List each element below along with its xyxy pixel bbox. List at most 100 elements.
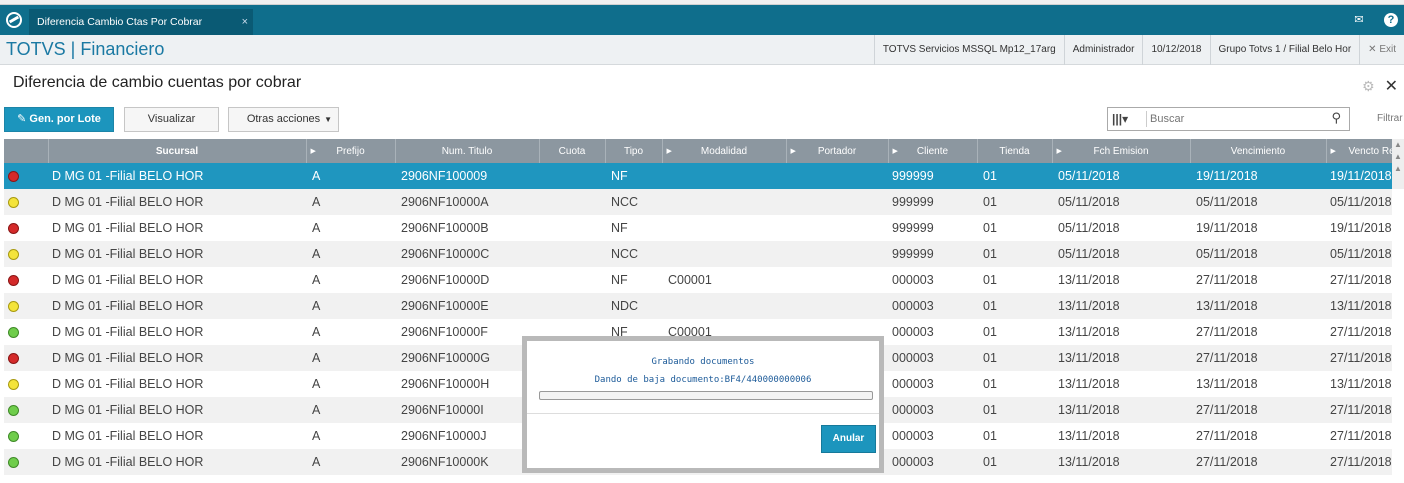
cell-emision[interactable]: 13/11/2018 bbox=[1052, 371, 1190, 397]
cell-portador[interactable] bbox=[786, 267, 888, 293]
cell-venctoreal[interactable]: 27/11/2018 bbox=[1326, 423, 1392, 449]
status-cell[interactable] bbox=[4, 345, 48, 371]
cell-tienda[interactable]: 01 bbox=[977, 189, 1052, 215]
col-header-tienda[interactable]: Tienda bbox=[977, 139, 1053, 163]
table-row[interactable]: D MG 01 -Filial BELO HOR A 2906NF10000D NF C… bbox=[4, 267, 1392, 293]
cell-sucursal[interactable]: D MG 01 -Filial BELO HOR bbox=[48, 423, 306, 449]
status-cell[interactable] bbox=[4, 189, 48, 215]
cell-prefijo[interactable]: A bbox=[306, 423, 395, 449]
cell-sucursal[interactable]: D MG 01 -Filial BELO HOR bbox=[48, 293, 306, 319]
cell-vencimiento[interactable]: 13/11/2018 bbox=[1190, 371, 1326, 397]
cell-sucursal[interactable]: D MG 01 -Filial BELO HOR bbox=[48, 345, 306, 371]
cell-prefijo[interactable]: A bbox=[306, 163, 395, 189]
filtrar-link[interactable]: Filtrar bbox=[1377, 113, 1403, 124]
cell-cliente[interactable]: 000003 bbox=[888, 371, 977, 397]
cell-numero[interactable]: 2906NF10000A bbox=[395, 189, 539, 215]
cell-cuota[interactable] bbox=[539, 163, 605, 189]
cell-tipo[interactable]: NDC bbox=[605, 293, 662, 319]
cell-tienda[interactable]: 01 bbox=[977, 267, 1052, 293]
cell-cuota[interactable] bbox=[539, 241, 605, 267]
cell-tipo[interactable]: NCC bbox=[605, 241, 662, 267]
cell-prefijo[interactable]: A bbox=[306, 267, 395, 293]
table-row[interactable]: D MG 01 -Filial BELO HOR A 2906NF10000B NF 9… bbox=[4, 215, 1392, 241]
status-cell[interactable] bbox=[4, 163, 48, 189]
cell-tienda[interactable]: 01 bbox=[977, 371, 1052, 397]
cell-venctoreal[interactable]: 27/11/2018 bbox=[1326, 267, 1392, 293]
cell-vencimiento[interactable]: 27/11/2018 bbox=[1190, 345, 1326, 371]
cell-prefijo[interactable]: A bbox=[306, 319, 395, 345]
col-header-prefijo[interactable]: ▶ Prefijo bbox=[306, 139, 396, 163]
scroll-top-icon[interactable]: ▲ bbox=[1392, 139, 1404, 151]
status-cell[interactable] bbox=[4, 397, 48, 423]
scroll-up-icon[interactable]: ▲ bbox=[1392, 151, 1404, 163]
cell-vencimiento[interactable]: 05/11/2018 bbox=[1190, 241, 1326, 267]
cell-venctoreal[interactable]: 19/11/2018 bbox=[1326, 163, 1392, 189]
cell-numero[interactable]: 2906NF10000F bbox=[395, 319, 539, 345]
cell-tienda[interactable]: 01 bbox=[977, 319, 1052, 345]
cell-cliente[interactable]: 000003 bbox=[888, 449, 977, 475]
col-header-vencto-real[interactable]: ▶ Vencto Real bbox=[1326, 139, 1392, 163]
cell-portador[interactable] bbox=[786, 293, 888, 319]
cell-tipo[interactable]: NF bbox=[605, 215, 662, 241]
tab-diferencia-cambio[interactable]: Diferencia Cambio Ctas Por Cobrar [02.9.… bbox=[29, 9, 253, 54]
cell-vencimiento[interactable]: 27/11/2018 bbox=[1190, 397, 1326, 423]
grid-scrollbar[interactable]: ▲ ▲ ▲ bbox=[1392, 139, 1404, 189]
status-cell[interactable] bbox=[4, 293, 48, 319]
cell-tienda[interactable]: 01 bbox=[977, 163, 1052, 189]
cell-numero[interactable]: 2906NF10000E bbox=[395, 293, 539, 319]
cell-cliente[interactable]: 999999 bbox=[888, 215, 977, 241]
cell-prefijo[interactable]: A bbox=[306, 215, 395, 241]
status-cell[interactable] bbox=[4, 241, 48, 267]
tab-close-icon[interactable]: × bbox=[242, 9, 248, 35]
cell-tienda[interactable]: 01 bbox=[977, 449, 1052, 475]
cell-vencimiento[interactable]: 27/11/2018 bbox=[1190, 319, 1326, 345]
cell-modalidad[interactable] bbox=[662, 215, 786, 241]
cell-vencimiento[interactable]: 27/11/2018 bbox=[1190, 449, 1326, 475]
cell-emision[interactable]: 13/11/2018 bbox=[1052, 319, 1190, 345]
cell-modalidad[interactable] bbox=[662, 163, 786, 189]
cell-cuota[interactable] bbox=[539, 189, 605, 215]
cell-cliente[interactable]: 999999 bbox=[888, 241, 977, 267]
status-cell[interactable] bbox=[4, 371, 48, 397]
cell-venctoreal[interactable]: 05/11/2018 bbox=[1326, 241, 1392, 267]
cell-sucursal[interactable]: D MG 01 -Filial BELO HOR bbox=[48, 449, 306, 475]
cell-sucursal[interactable]: D MG 01 -Filial BELO HOR bbox=[48, 397, 306, 423]
column-selector-icon[interactable]: |||▾ bbox=[1112, 112, 1128, 126]
cell-sucursal[interactable]: D MG 01 -Filial BELO HOR bbox=[48, 189, 306, 215]
cell-tipo[interactable]: NCC bbox=[605, 189, 662, 215]
table-row[interactable]: D MG 01 -Filial BELO HOR A 2906NF10000E NDC… bbox=[4, 293, 1392, 319]
col-header-sucursal[interactable]: Sucursal bbox=[48, 139, 307, 163]
cell-emision[interactable]: 13/11/2018 bbox=[1052, 397, 1190, 423]
exit-button[interactable]: ✕ Exit bbox=[1359, 35, 1404, 65]
cell-vencimiento[interactable]: 27/11/2018 bbox=[1190, 267, 1326, 293]
cell-venctoreal[interactable]: 27/11/2018 bbox=[1326, 319, 1392, 345]
cell-numero[interactable]: 2906NF10000H bbox=[395, 371, 539, 397]
cell-cliente[interactable]: 000003 bbox=[888, 319, 977, 345]
cell-portador[interactable] bbox=[786, 163, 888, 189]
cell-venctoreal[interactable]: 27/11/2018 bbox=[1326, 449, 1392, 475]
cell-numero[interactable]: 2906NF100009 bbox=[395, 163, 539, 189]
table-row[interactable]: D MG 01 -Filial BELO HOR A 2906NF10000A NCC… bbox=[4, 189, 1392, 215]
cell-venctoreal[interactable]: 27/11/2018 bbox=[1326, 397, 1392, 423]
cell-cliente[interactable]: 000003 bbox=[888, 397, 977, 423]
cell-tipo[interactable]: NF bbox=[605, 267, 662, 293]
table-row[interactable]: D MG 01 -Filial BELO HOR A 2906NF10000C NCC… bbox=[4, 241, 1392, 267]
totvs-logo-icon[interactable] bbox=[6, 12, 22, 28]
cell-vencimiento[interactable]: 19/11/2018 bbox=[1190, 163, 1326, 189]
cell-emision[interactable]: 13/11/2018 bbox=[1052, 449, 1190, 475]
cell-tienda[interactable]: 01 bbox=[977, 215, 1052, 241]
scroll-page-up-icon[interactable]: ▲ bbox=[1392, 163, 1404, 175]
cell-modalidad[interactable] bbox=[662, 293, 786, 319]
cell-emision[interactable]: 05/11/2018 bbox=[1052, 163, 1190, 189]
cell-vencimiento[interactable]: 27/11/2018 bbox=[1190, 423, 1326, 449]
col-header-vencimiento[interactable]: Vencimiento bbox=[1190, 139, 1327, 163]
col-header-cuota[interactable]: Cuota bbox=[539, 139, 606, 163]
cell-vencimiento[interactable]: 13/11/2018 bbox=[1190, 293, 1326, 319]
cell-venctoreal[interactable]: 19/11/2018 bbox=[1326, 215, 1392, 241]
col-header-cliente[interactable]: ▶ Cliente bbox=[888, 139, 978, 163]
mail-icon[interactable]: ✉ bbox=[1352, 13, 1366, 27]
cell-portador[interactable] bbox=[786, 241, 888, 267]
date-label[interactable]: 10/12/2018 bbox=[1142, 35, 1209, 65]
cell-emision[interactable]: 05/11/2018 bbox=[1052, 241, 1190, 267]
cell-prefijo[interactable]: A bbox=[306, 189, 395, 215]
